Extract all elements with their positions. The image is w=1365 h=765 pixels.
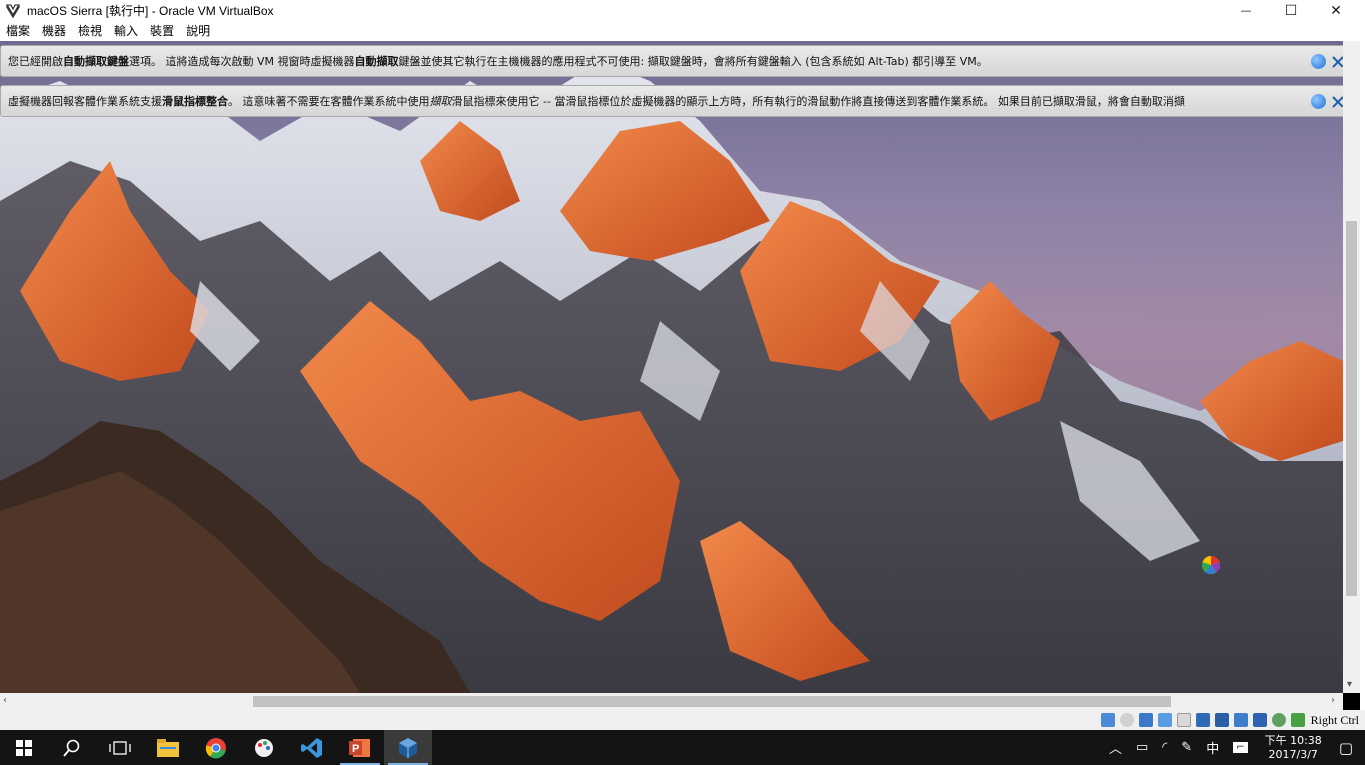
- notice-text-segment: 選項。 這將造成每次啟動 VM 視窗時虛擬機器: [129, 55, 355, 68]
- menu-devices[interactable]: 裝置: [146, 21, 182, 41]
- paint-icon: [255, 738, 273, 757]
- start-button[interactable]: [0, 730, 48, 765]
- vt-x-icon[interactable]: [1252, 713, 1267, 727]
- notice-text-segment: 自動擷取鍵盤: [63, 55, 129, 68]
- taskbar-paint[interactable]: [240, 730, 288, 765]
- notice-text-segment: 。 這意味著不需要在客體作業系統中使用: [228, 95, 430, 108]
- vm-display[interactable]: [0, 41, 1343, 693]
- input-mode-icon[interactable]: ⌐: [1233, 742, 1248, 753]
- minimize-button[interactable]: —: [1223, 0, 1269, 21]
- system-tray: ︿ ▭ ◜ ✎ 中 ⌐ 下午 10:38 2017/3/7 ▢: [1102, 730, 1365, 765]
- keyboard-capture-notice: 您已經開啟自動擷取鍵盤選項。 這將造成每次啟動 VM 視窗時虛擬機器自動擷取鍵盤…: [0, 45, 1357, 77]
- clock-date: 2017/3/7: [1268, 747, 1318, 761]
- keyboard-capture-icon[interactable]: [1290, 713, 1305, 727]
- notice-text-segment: 鍵盤並使其它執行在主機機器的應用程式不可使用: 擷取鍵盤時，會將所有鍵盤輸入 (…: [398, 55, 988, 68]
- scroll-down-icon[interactable]: ▾: [1347, 679, 1352, 690]
- svg-text:P: P: [352, 743, 359, 755]
- powerpoint-icon: P: [349, 738, 370, 757]
- pen-icon[interactable]: ✎: [1181, 740, 1192, 755]
- notice-text-segment: 滑鼠指標整合: [162, 95, 228, 108]
- minimize-icon: —: [1240, 4, 1252, 17]
- window-title-bar[interactable]: macOS Sierra [執行中] - Oracle VM VirtualBo…: [0, 0, 1365, 21]
- notice-text-segment: 您已經開啟: [8, 55, 63, 68]
- visual-studio-code-icon: [301, 737, 322, 758]
- close-notice-icon[interactable]: [1311, 94, 1326, 109]
- maximize-icon: ☐: [1284, 2, 1298, 19]
- mouse-integration-notice: 虛擬機器回報客體作業系統支援滑鼠指標整合。 這意味著不需要在客體作業系統中使用擷…: [0, 85, 1357, 117]
- taskbar-virtualbox[interactable]: [384, 730, 432, 765]
- show-hidden-icons-icon[interactable]: ︿: [1109, 738, 1122, 757]
- action-center-icon[interactable]: ▢: [1339, 739, 1353, 757]
- scroll-right-icon[interactable]: ›: [1331, 695, 1335, 706]
- host-key-label: Right Ctrl: [1310, 712, 1359, 727]
- notice-text-segment: 滑鼠指標來使用它 -- 當滑鼠指標位於虛擬機器的顯示上方時，所有執行的滑鼠動作將…: [451, 95, 1185, 108]
- menu-machine[interactable]: 機器: [38, 21, 74, 41]
- maximize-button[interactable]: ☐: [1268, 0, 1314, 21]
- clock-time: 下午 10:38: [1264, 733, 1322, 747]
- taskbar-powerpoint[interactable]: P: [336, 730, 384, 765]
- ime-indicator[interactable]: 中: [1206, 738, 1219, 757]
- wifi-icon[interactable]: ◜: [1162, 740, 1167, 755]
- taskbar-vscode[interactable]: [288, 730, 336, 765]
- scroll-left-icon[interactable]: ‹: [3, 695, 7, 706]
- vertical-scrollbar[interactable]: ▾: [1343, 41, 1360, 693]
- notice-text-segment: 擷取: [429, 95, 452, 108]
- menu-view[interactable]: 檢視: [74, 21, 110, 41]
- keyboard-capture-notice-text: 您已經開啟自動擷取鍵盤選項。 這將造成每次啟動 VM 視窗時虛擬機器自動擷取鍵盤…: [1, 53, 1301, 69]
- chrome-icon: [205, 737, 226, 758]
- search-icon: [63, 739, 80, 757]
- task-view-button[interactable]: [96, 730, 144, 765]
- usb-icon[interactable]: [1176, 713, 1191, 727]
- audio-icon[interactable]: [1138, 713, 1153, 727]
- notice-text-segment: 虛擬機器回報客體作業系統支援: [8, 95, 162, 108]
- file-explorer-icon: [157, 738, 179, 757]
- horizontal-scrollbar[interactable]: ‹ ›: [0, 693, 1343, 710]
- close-icon: ✕: [1330, 2, 1342, 19]
- vm-status-bar: Right Ctrl: [0, 710, 1365, 730]
- virtualbox-app-icon: [5, 3, 21, 19]
- busy-cursor-icon: [1201, 556, 1221, 575]
- menu-bar: 檔案 機器 檢視 輸入 裝置 說明: [0, 21, 1365, 41]
- battery-icon[interactable]: ▭: [1136, 740, 1148, 755]
- menu-file[interactable]: 檔案: [2, 21, 38, 41]
- window-title: macOS Sierra [執行中] - Oracle VM VirtualBo…: [27, 4, 274, 18]
- close-notice-icon[interactable]: [1311, 54, 1326, 69]
- menu-help[interactable]: 說明: [182, 21, 218, 41]
- window-edge: [1360, 41, 1365, 710]
- vertical-scroll-thumb[interactable]: [1346, 221, 1357, 596]
- shared-folder-icon[interactable]: [1195, 713, 1210, 727]
- mouse-integration-icon[interactable]: [1271, 713, 1286, 727]
- taskbar-chrome[interactable]: [192, 730, 240, 765]
- video-capture-icon[interactable]: [1233, 713, 1248, 727]
- notice-text-segment: 自動擷取: [354, 55, 399, 68]
- hard-disk-icon[interactable]: [1100, 713, 1115, 727]
- search-button[interactable]: [48, 730, 96, 765]
- network-icon[interactable]: [1157, 713, 1172, 727]
- clock[interactable]: 下午 10:38 2017/3/7: [1265, 734, 1322, 762]
- horizontal-scroll-thumb[interactable]: [253, 696, 1171, 707]
- optical-drive-icon[interactable]: [1119, 713, 1134, 727]
- close-button[interactable]: ✕: [1313, 0, 1359, 21]
- menu-input[interactable]: 輸入: [110, 21, 146, 41]
- virtualbox-icon: [399, 737, 417, 758]
- task-view-icon: [109, 740, 131, 755]
- windows-taskbar: P ︿ ▭ ◜ ✎ 中 ⌐ 下午 10:38 2017/3/7 ▢: [0, 730, 1365, 765]
- start-icon: [16, 739, 32, 756]
- mouse-integration-notice-text: 虛擬機器回報客體作業系統支援滑鼠指標整合。 這意味著不需要在客體作業系統中使用擷…: [1, 93, 1301, 109]
- display-icon[interactable]: [1214, 713, 1229, 727]
- taskbar-file-explorer[interactable]: [144, 730, 192, 765]
- macos-sierra-wallpaper: [0, 61, 1343, 693]
